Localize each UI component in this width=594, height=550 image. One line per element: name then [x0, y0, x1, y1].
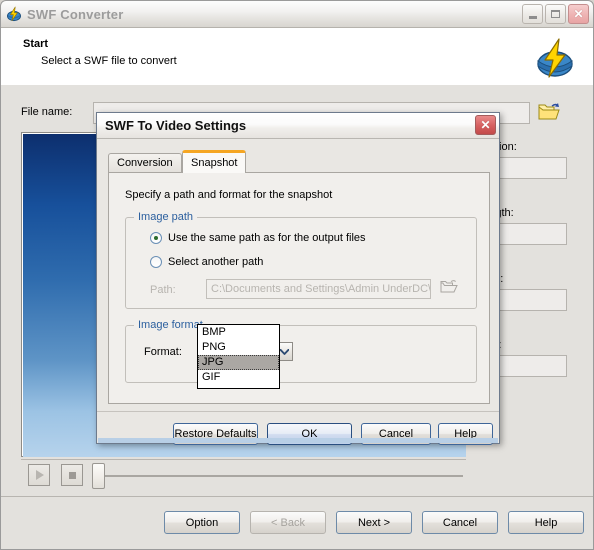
- swf-to-video-settings-dialog: SWF To Video Settings ✕ Conversion Snaps…: [96, 112, 500, 445]
- window-titlebar: SWF Converter ✕: [1, 1, 593, 28]
- cancel-button-label: Cancel: [442, 516, 478, 529]
- snapshot-instruction: Specify a path and format for the snapsh…: [125, 189, 333, 201]
- wizard-footer: Option < Back Next > Cancel Help: [1, 496, 593, 549]
- format-option-jpg[interactable]: JPG: [198, 355, 279, 370]
- dialog-title: SWF To Video Settings: [105, 118, 247, 133]
- window-title: SWF Converter: [27, 6, 124, 22]
- stop-button[interactable]: [61, 464, 83, 486]
- image-path-group: Image path Use the same path as for the …: [125, 211, 477, 309]
- maximize-button[interactable]: [545, 4, 566, 24]
- file-name-label: File name:: [21, 106, 73, 118]
- play-button[interactable]: [28, 464, 50, 486]
- close-icon: ✕: [573, 7, 584, 21]
- help-button[interactable]: Help: [508, 511, 584, 534]
- help-button-label: Help: [534, 516, 558, 529]
- dialog-close-button[interactable]: ✕: [475, 115, 496, 135]
- wizard-header: Start Select a SWF file to convert: [1, 28, 593, 86]
- back-button[interactable]: < Back: [250, 511, 326, 534]
- page-title: Start: [23, 38, 49, 50]
- stop-icon: [68, 471, 76, 479]
- radio-use-same-path[interactable]: [150, 232, 162, 244]
- minimize-button[interactable]: [522, 4, 543, 24]
- dialog-body: Conversion Snapshot Specify a path and f…: [97, 139, 499, 445]
- page-subtitle: Select a SWF file to convert: [41, 55, 177, 67]
- path-label: Path:: [150, 284, 176, 296]
- option-button[interactable]: Option: [164, 511, 240, 534]
- play-icon: [36, 470, 44, 480]
- tab-conversion[interactable]: Conversion: [108, 153, 182, 172]
- next-button[interactable]: Next >: [336, 511, 412, 534]
- snapshot-tab-panel: Specify a path and format for the snapsh…: [108, 172, 490, 404]
- seek-slider-track[interactable]: [97, 475, 463, 477]
- tab-snapshot[interactable]: Snapshot: [182, 150, 247, 173]
- format-label: Format:: [144, 346, 182, 358]
- back-button-label: < Back: [271, 516, 305, 529]
- tab-snapshot-label: Snapshot: [191, 157, 238, 169]
- cancel-button[interactable]: Cancel: [422, 511, 498, 534]
- format-option-gif[interactable]: GIF: [198, 370, 279, 385]
- close-button[interactable]: ✕: [568, 4, 589, 24]
- next-button-label: Next >: [357, 516, 391, 529]
- format-option-bmp[interactable]: BMP: [198, 325, 279, 340]
- radio-use-same-path-label: Use the same path as for the output file…: [168, 232, 366, 244]
- open-folder-icon-disabled: [440, 279, 458, 297]
- image-format-legend: Image format: [134, 319, 207, 331]
- tab-conversion-label: Conversion: [117, 157, 173, 169]
- format-option-png[interactable]: PNG: [198, 340, 279, 355]
- browse-file-button[interactable]: [537, 102, 561, 124]
- close-icon: ✕: [480, 118, 491, 132]
- path-input[interactable]: C:\Documents and Settings\Admin UnderDC\: [206, 279, 431, 299]
- radio-select-another-path-label: Select another path: [168, 256, 264, 268]
- image-path-legend: Image path: [134, 211, 198, 223]
- path-browse-button[interactable]: [438, 278, 460, 298]
- app-lightning-icon: [6, 6, 22, 22]
- open-folder-icon: [538, 102, 560, 124]
- swf-converter-logo: [533, 36, 577, 80]
- window-controls: ✕: [522, 4, 589, 24]
- maximize-icon: [551, 10, 560, 18]
- image-format-group: Image format Format: JPG: [125, 319, 477, 383]
- dialog-accent-bar: [98, 438, 498, 443]
- radio-select-another-path[interactable]: [150, 256, 162, 268]
- minimize-icon: [528, 15, 537, 19]
- dialog-titlebar: SWF To Video Settings ✕: [97, 113, 499, 139]
- seek-slider-thumb[interactable]: [92, 463, 105, 489]
- format-dropdown-list[interactable]: BMP PNG JPG GIF: [197, 324, 280, 389]
- option-button-label: Option: [185, 516, 219, 529]
